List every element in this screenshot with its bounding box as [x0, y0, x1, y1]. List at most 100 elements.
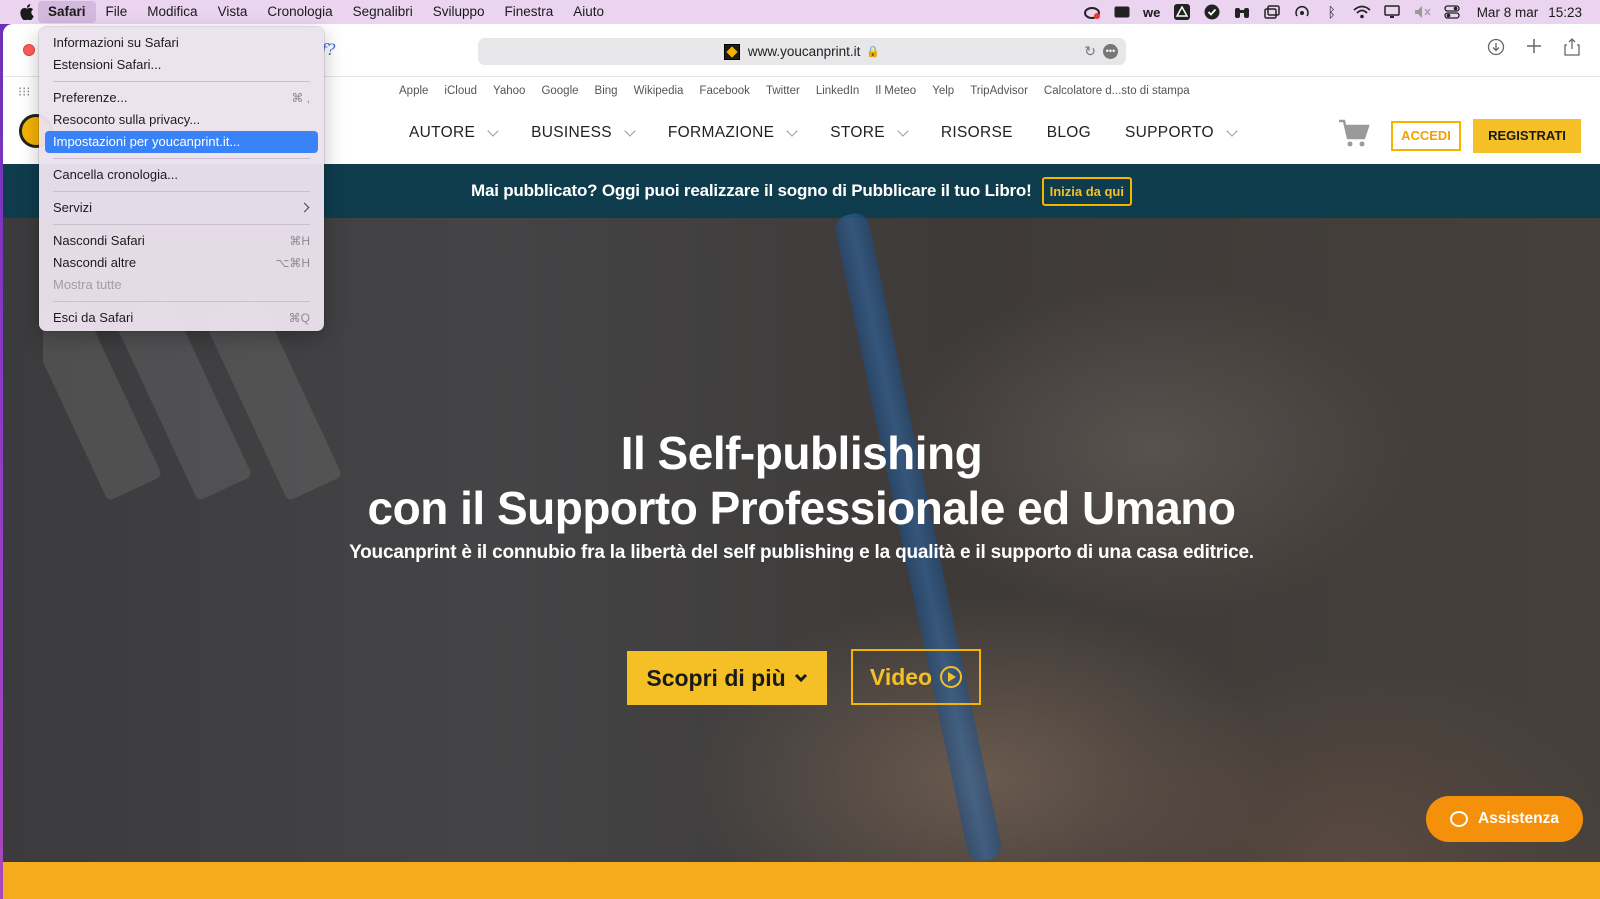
menu-item-label: Esci da Safari	[53, 310, 134, 325]
downloads-icon[interactable]	[1486, 38, 1506, 61]
apple-menu-icon[interactable]	[16, 1, 38, 23]
menu-aiuto[interactable]: Aiuto	[563, 1, 614, 23]
airdrop-icon[interactable]	[1293, 4, 1311, 20]
keyboard-icon[interactable]	[1113, 4, 1131, 20]
favorite-apple[interactable]: Apple	[399, 85, 428, 97]
hero-title-line-1: Il Self-publishing	[620, 427, 983, 479]
favorite-linkedin[interactable]: LinkedIn	[816, 85, 859, 97]
menu-cronologia[interactable]: Cronologia	[257, 1, 342, 23]
favorite-facebook[interactable]: Facebook	[699, 85, 750, 97]
menu-item-quit-safari[interactable]: Esci da Safari ⌘Q	[45, 307, 318, 329]
control-center-icon[interactable]	[1443, 4, 1461, 20]
chevron-right-icon	[299, 202, 310, 213]
menu-item-label: Servizi	[53, 200, 93, 215]
favorite-yahoo[interactable]: Yahoo	[493, 85, 525, 97]
promo-button[interactable]: Inizia da qui	[1041, 176, 1132, 206]
assistance-label: Assistenza	[1478, 810, 1559, 827]
menu-separator	[53, 191, 310, 192]
favorite-ilmeteo[interactable]: Il Meteo	[875, 85, 916, 97]
chat-bubble-icon	[1450, 811, 1468, 827]
menu-item-shortcut: ⌥⌘H	[275, 256, 311, 270]
chevron-down-icon	[624, 125, 636, 137]
menu-item-preferences[interactable]: Preferenze... ⌘ ,	[45, 87, 318, 109]
menu-item-hide-others[interactable]: Nascondi altre ⌥⌘H	[45, 252, 318, 274]
menu-vista[interactable]: Vista	[208, 1, 258, 23]
menu-item-services[interactable]: Servizi	[45, 197, 318, 219]
windows-icon[interactable]	[1263, 4, 1281, 20]
favorite-twitter[interactable]: Twitter	[766, 85, 800, 97]
site-nav: AUTORE BUSINESS FORMAZIONE STORE RISORSE…	[409, 124, 1238, 142]
mute-icon[interactable]	[1413, 4, 1431, 20]
wifi-icon[interactable]	[1353, 4, 1371, 20]
nav-risorse[interactable]: RISORSE	[941, 124, 1013, 142]
menu-bar: Safari File Modifica Vista Cronologia Se…	[0, 0, 1600, 24]
favorite-icloud[interactable]: iCloud	[444, 85, 477, 97]
menu-item-safari-extensions[interactable]: Estensioni Safari...	[45, 54, 318, 76]
address-bar[interactable]: www.youcanprint.it 🔒 ↻ •••	[478, 38, 1126, 65]
menu-item-shortcut: ⌘Q	[288, 311, 310, 325]
check-circle-icon[interactable]	[1203, 4, 1221, 20]
nav-risorse-label: RISORSE	[940, 124, 1013, 141]
menu-item-shortcut: ⌘H	[289, 234, 310, 248]
nav-blog[interactable]: BLOG	[1047, 124, 1091, 142]
menu-modifica[interactable]: Modifica	[137, 1, 207, 23]
clock-time: 15:23	[1548, 4, 1582, 20]
reload-icon[interactable]: ↻	[1084, 43, 1096, 60]
menu-item-label: Cancella cronologia...	[53, 167, 179, 182]
menu-separator	[53, 158, 310, 159]
more-options-icon[interactable]: •••	[1103, 44, 1118, 59]
we-icon[interactable]: we	[1143, 4, 1161, 20]
menu-item-about-safari[interactable]: Informazioni su Safari	[45, 32, 318, 54]
display-icon[interactable]	[1383, 4, 1401, 20]
favorite-tripadvisor[interactable]: TripAdvisor	[970, 85, 1028, 97]
bluetooth-icon[interactable]: ᛒ	[1323, 4, 1341, 20]
chevron-down-icon	[794, 673, 807, 683]
favorite-bing[interactable]: Bing	[595, 85, 618, 97]
nav-business[interactable]: BUSINESS	[531, 124, 636, 142]
menu-item-show-all: Mostra tutte	[45, 274, 318, 296]
menu-item-label: Impostazioni per youcanprint.it...	[53, 134, 241, 149]
favorite-calcolatore[interactable]: Calcolatore d...sto di stampa	[1044, 85, 1190, 97]
menu-item-site-settings[interactable]: Impostazioni per youcanprint.it...	[45, 131, 318, 153]
register-button[interactable]: REGISTRATI	[1473, 119, 1581, 153]
assistance-button[interactable]: Assistenza	[1426, 796, 1583, 842]
binoculars-icon[interactable]	[1233, 4, 1251, 20]
menu-separator	[53, 81, 310, 82]
discover-more-label: Scopri di più	[646, 664, 786, 691]
menu-safari[interactable]: Safari	[38, 1, 96, 23]
nav-supporto[interactable]: SUPPORTO	[1125, 124, 1238, 142]
share-icon[interactable]	[1562, 38, 1582, 61]
close-window-button[interactable]	[23, 44, 35, 56]
nav-blog-label: BLOG	[1046, 124, 1092, 141]
menu-finestra[interactable]: Finestra	[495, 1, 564, 23]
cart-icon[interactable]	[1338, 118, 1370, 148]
nav-autore-label: AUTORE	[409, 124, 476, 141]
menu-item-clear-history[interactable]: Cancella cronologia...	[45, 164, 318, 186]
menu-item-hide-safari[interactable]: Nascondi Safari ⌘H	[45, 230, 318, 252]
nav-formazione[interactable]: FORMAZIONE	[668, 124, 798, 142]
menu-segnalibri[interactable]: Segnalibri	[343, 1, 423, 23]
menu-sviluppo[interactable]: Sviluppo	[423, 1, 495, 23]
favorites-grid-icon[interactable]: ⁝⁝⁝	[18, 84, 30, 100]
promo-text: Mai pubblicato? Oggi puoi realizzare il …	[470, 181, 1032, 200]
menu-item-privacy-report[interactable]: Resoconto sulla privacy...	[45, 109, 318, 131]
triangle-app-icon[interactable]	[1173, 4, 1191, 20]
nav-supporto-label: SUPPORTO	[1125, 124, 1214, 141]
favorite-google[interactable]: Google	[541, 85, 578, 97]
discover-more-button[interactable]: Scopri di più	[627, 651, 827, 705]
lock-icon: 🔒	[866, 46, 881, 58]
login-button[interactable]: ACCEDI	[1391, 121, 1461, 151]
nav-autore[interactable]: AUTORE	[409, 124, 499, 142]
nav-store[interactable]: STORE	[830, 124, 909, 142]
creative-cloud-icon[interactable]	[1083, 4, 1101, 20]
play-icon	[940, 666, 963, 688]
nav-business-label: BUSINESS	[531, 124, 612, 141]
favorite-yelp[interactable]: Yelp	[932, 85, 954, 97]
clock[interactable]: Mar 8 mar 15:23	[1477, 5, 1582, 20]
favorite-wikipedia[interactable]: Wikipedia	[634, 85, 684, 97]
nav-store-label: STORE	[830, 124, 885, 141]
menu-file[interactable]: File	[96, 1, 138, 23]
chevron-down-icon	[487, 125, 499, 137]
new-tab-icon[interactable]	[1524, 38, 1544, 61]
video-button[interactable]: Video	[851, 649, 981, 705]
